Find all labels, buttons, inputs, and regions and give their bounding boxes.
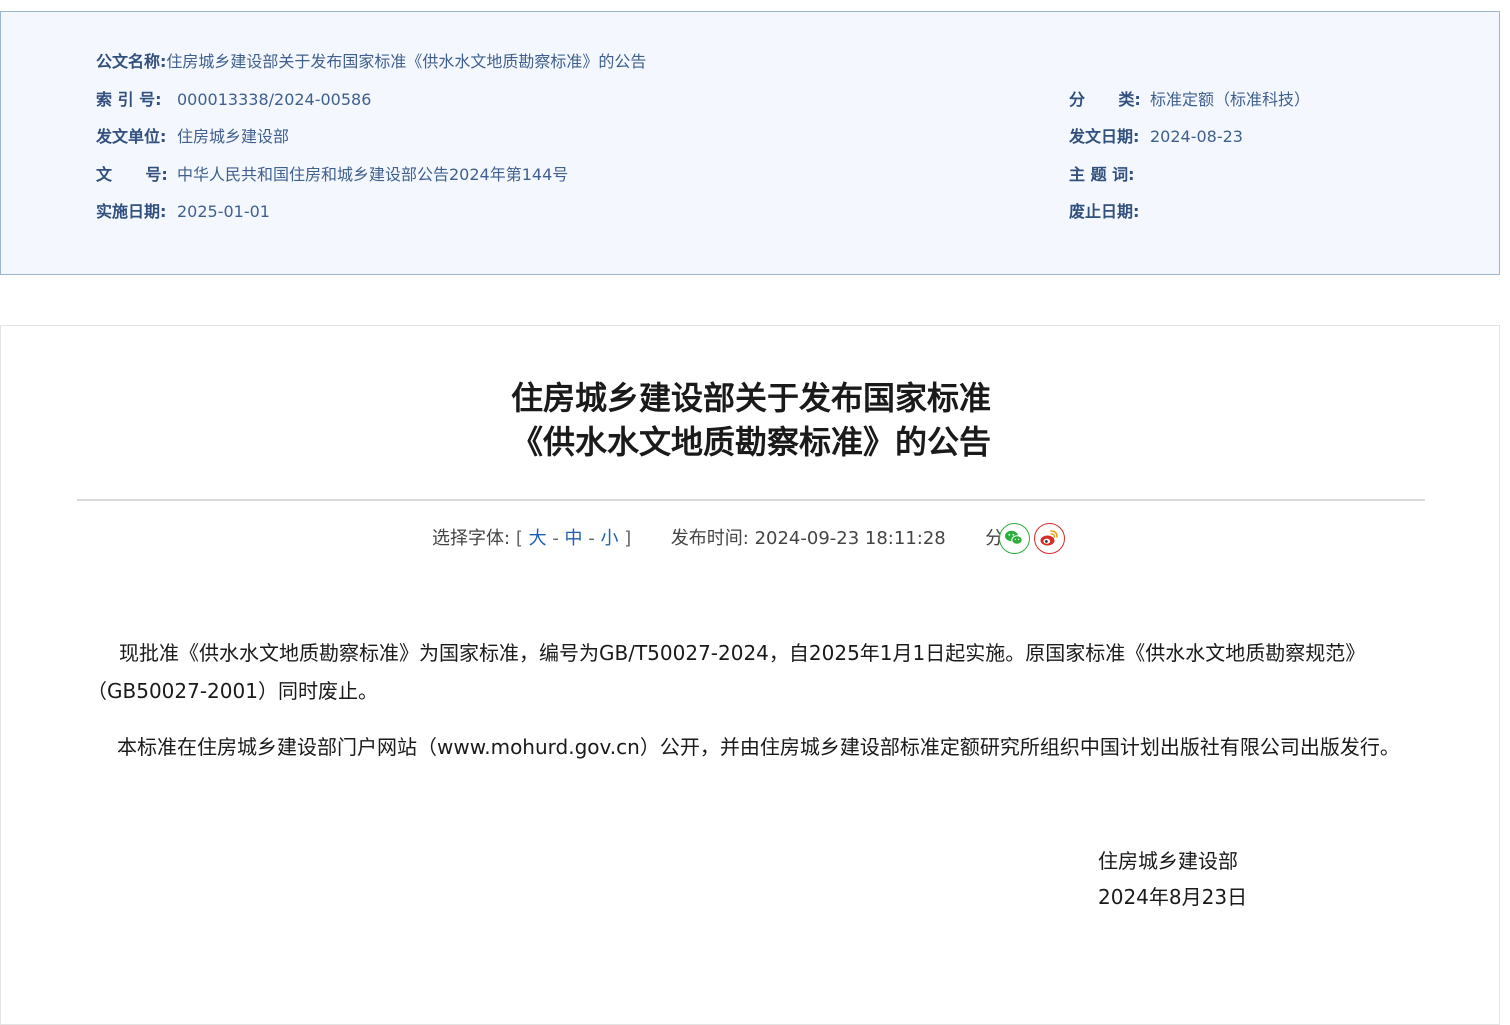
font-size-label: 选择字体: bbox=[432, 528, 511, 549]
meta-effective-date-value: 2025-01-01 bbox=[177, 202, 270, 221]
wechat-icon bbox=[1005, 530, 1023, 545]
article-toolbar: 选择字体: [ 大 - 中 - 小 ] 发布时间: 2024-09-23 18:… bbox=[432, 524, 1027, 554]
meta-effective-date-label: 实施日期: bbox=[96, 202, 167, 221]
meta-issuer-label: 发文单位: bbox=[96, 127, 167, 146]
publish-time-value: 2024-09-23 18:11:28 bbox=[754, 528, 946, 549]
meta-issue-date: 发文日期: 2024-08-23 bbox=[1069, 125, 1243, 149]
meta-doc-name: 公文名称:住房城乡建设部关于发布国家标准《供水水文地质勘察标准》的公告 bbox=[96, 50, 646, 74]
weibo-icon bbox=[1040, 530, 1058, 546]
wechat-share-button[interactable] bbox=[999, 523, 1030, 554]
signature-organization: 住房城乡建设部 bbox=[1098, 849, 1238, 873]
bracket-open: [ bbox=[515, 528, 523, 549]
bracket-close: ] bbox=[624, 528, 632, 549]
meta-category-value: 标准定额（标准科技） bbox=[1150, 90, 1311, 109]
meta-index-no-value: 000013338/2024-00586 bbox=[177, 90, 372, 109]
meta-subject-words: 主 题 词: bbox=[1069, 163, 1150, 187]
meta-issue-date-label: 发文日期: bbox=[1069, 127, 1140, 146]
meta-repeal-date: 废止日期: bbox=[1069, 200, 1150, 224]
meta-category: 分 类: 标准定额（标准科技） bbox=[1069, 88, 1310, 112]
publish-time-label: 发布时间: bbox=[670, 528, 749, 549]
weibo-share-button[interactable] bbox=[1034, 523, 1065, 554]
meta-doc-no-label: 文 号: bbox=[96, 165, 168, 184]
font-separator: - bbox=[552, 528, 559, 549]
title-divider bbox=[77, 499, 1425, 501]
body-paragraph-1-line-2: （GB50027-2001）同时废止。 bbox=[87, 679, 378, 703]
body-paragraph-2: 本标准在住房城乡建设部门户网站（www.mohurd.gov.cn）公开，并由住… bbox=[117, 735, 1400, 759]
meta-subject-words-label: 主 题 词: bbox=[1069, 165, 1135, 184]
meta-category-label: 分 类: bbox=[1069, 90, 1141, 109]
meta-doc-name-value: 住房城乡建设部关于发布国家标准《供水水文地质勘察标准》的公告 bbox=[166, 52, 647, 71]
article-container: 住房城乡建设部关于发布国家标准 《供水水文地质勘察标准》的公告 选择字体: [ … bbox=[0, 325, 1500, 1025]
meta-repeal-date-label: 废止日期: bbox=[1069, 202, 1140, 221]
body-paragraph-1-line-1: 现批准《供水水文地质勘察标准》为国家标准，编号为GB/T50027-2024，自… bbox=[119, 641, 1366, 665]
meta-doc-no-value: 中华人民共和国住房和城乡建设部公告2024年第144号 bbox=[177, 165, 569, 184]
meta-doc-name-label: 公文名称: bbox=[96, 52, 167, 71]
meta-effective-date: 实施日期: 2025-01-01 bbox=[96, 200, 270, 224]
meta-issuer: 发文单位: 住房城乡建设部 bbox=[96, 125, 289, 149]
font-size-small-link[interactable]: 小 bbox=[601, 528, 619, 549]
signature-date: 2024年8月23日 bbox=[1098, 885, 1248, 909]
font-size-large-link[interactable]: 大 bbox=[529, 528, 547, 549]
meta-issuer-value: 住房城乡建设部 bbox=[177, 127, 290, 146]
meta-issue-date-value: 2024-08-23 bbox=[1150, 127, 1243, 146]
document-metadata-panel: 公文名称:住房城乡建设部关于发布国家标准《供水水文地质勘察标准》的公告 索 引 … bbox=[0, 11, 1500, 275]
font-separator: - bbox=[588, 528, 595, 549]
meta-doc-no: 文 号: 中华人民共和国住房和城乡建设部公告2024年第144号 bbox=[96, 163, 568, 187]
meta-index-no: 索 引 号: 000013338/2024-00586 bbox=[96, 88, 371, 112]
article-title-line-1: 住房城乡建设部关于发布国家标准 bbox=[510, 379, 991, 417]
meta-index-no-label: 索 引 号: bbox=[96, 90, 162, 109]
font-size-medium-link[interactable]: 中 bbox=[565, 528, 583, 549]
article-title-line-2: 《供水水文地质勘察标准》的公告 bbox=[510, 423, 991, 461]
